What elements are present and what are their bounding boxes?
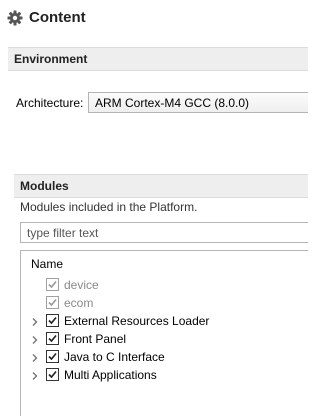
gear-icon [7,10,23,26]
tree-item-device[interactable]: device [21,276,307,294]
filter-input[interactable] [20,222,308,243]
checkbox-front-panel[interactable] [46,332,59,345]
tree-item-label: Java to C Interface [64,350,165,364]
tree-item-ecom[interactable]: ecom [21,294,307,312]
checkbox-multi-applications[interactable] [46,368,59,381]
content-header: Content [0,0,308,36]
architecture-value: ARM Cortex-M4 GCC (8.0.0) [95,96,250,110]
modules-section-header[interactable]: Modules [14,174,308,198]
architecture-select[interactable]: ARM Cortex-M4 GCC (8.0.0) [88,92,308,113]
modules-tree[interactable]: Name device ecom External Resources Load… [20,250,308,416]
checkbox-java-to-c-interface[interactable] [46,350,59,363]
column-header-name[interactable]: Name [31,257,63,271]
tree-item-label: Multi Applications [64,368,157,382]
tree-item-label: ecom [64,296,94,310]
tree-item-label: device [64,278,99,292]
tree-item-label: Front Panel [64,332,127,346]
architecture-label: Architecture: [16,96,84,110]
checkbox-ecom[interactable] [46,296,59,309]
environment-section-header[interactable]: Environment [8,47,308,71]
page-title: Content [29,9,86,26]
checkbox-device[interactable] [46,278,59,291]
checkbox-external-resources-loader[interactable] [46,314,59,327]
tree-item-label: External Resources Loader [64,314,210,328]
environment-section-title: Environment [14,52,88,66]
modules-section-title: Modules [20,179,69,193]
chevron-right-icon[interactable] [31,370,39,380]
tree-item-java-to-c-interface[interactable]: Java to C Interface [21,348,307,366]
tree-item-external-resources-loader[interactable]: External Resources Loader [21,312,307,330]
modules-description: Modules included in the Platform. [20,200,198,214]
chevron-right-icon[interactable] [31,316,39,326]
chevron-right-icon[interactable] [31,352,39,362]
chevron-right-icon[interactable] [31,334,39,344]
tree-item-multi-applications[interactable]: Multi Applications [21,366,307,384]
tree-item-front-panel[interactable]: Front Panel [21,330,307,348]
